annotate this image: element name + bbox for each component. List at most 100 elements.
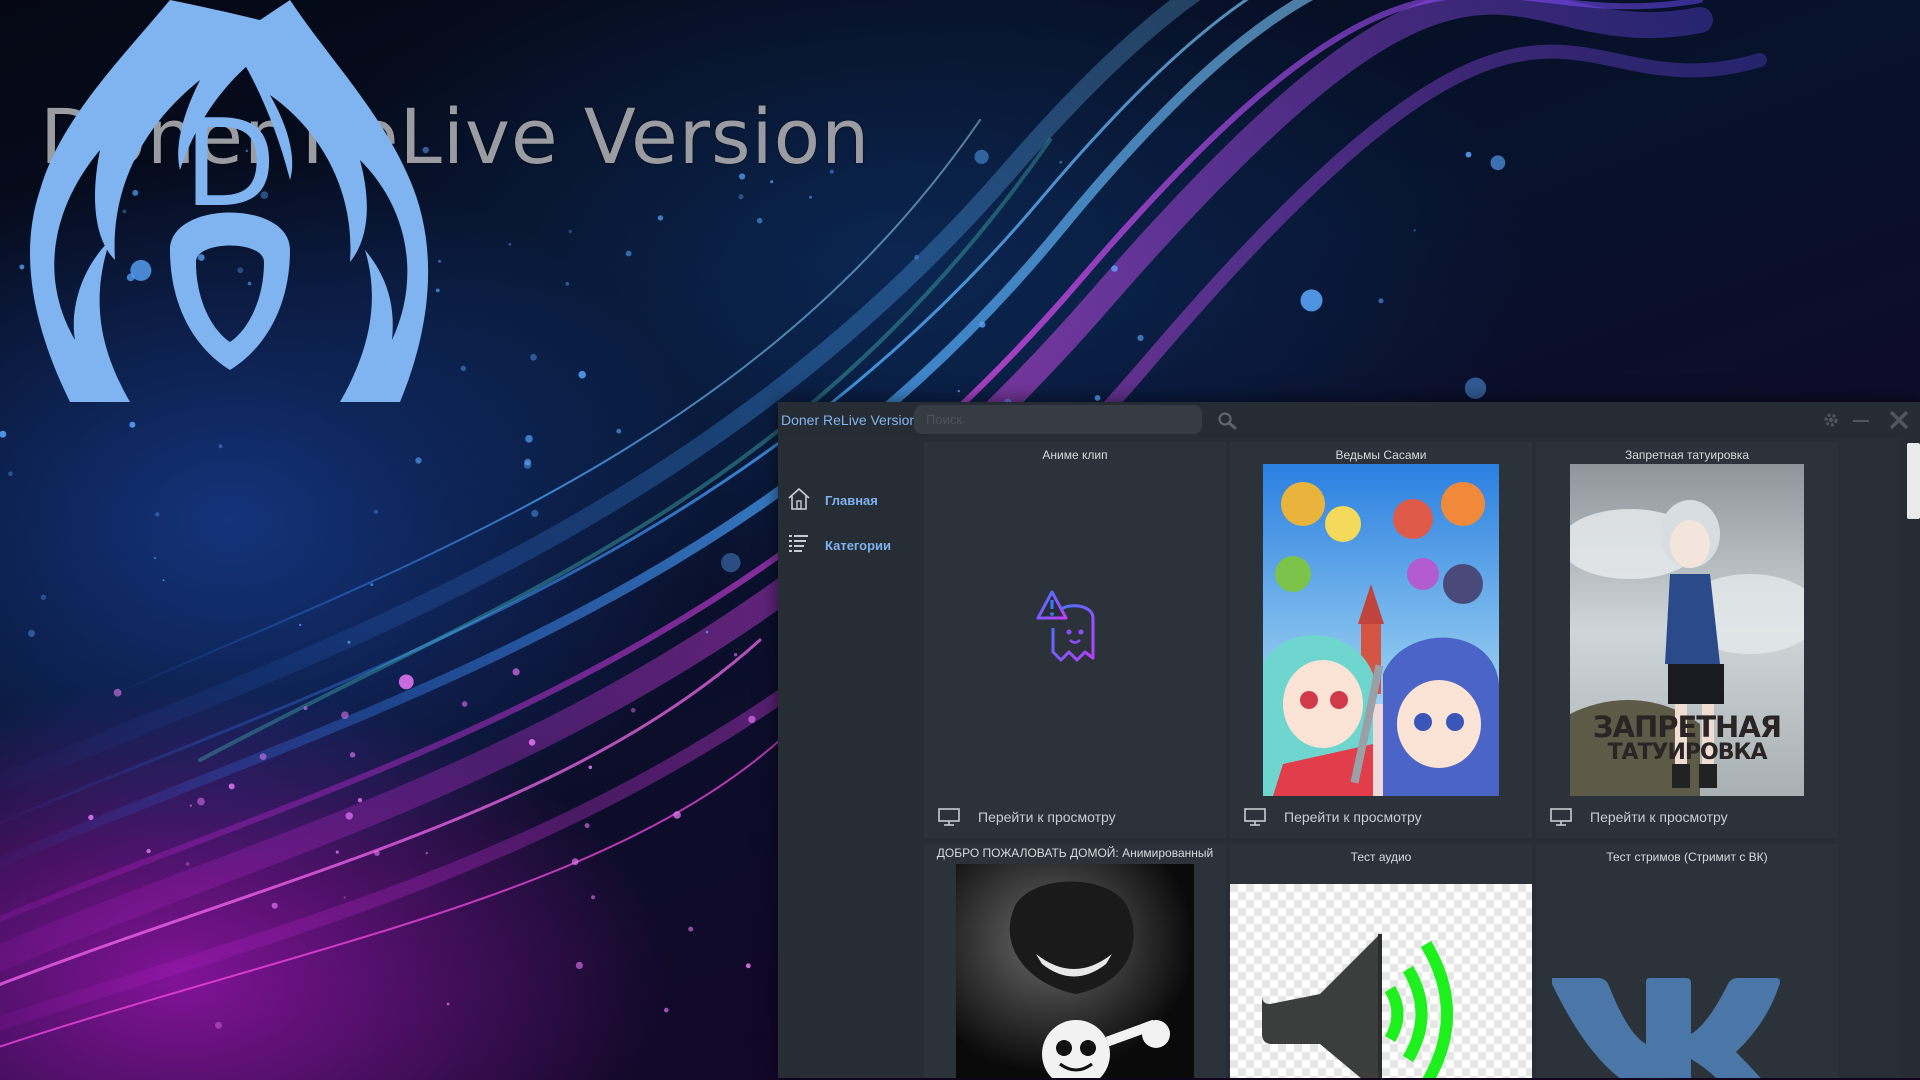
scrollbar-track[interactable] <box>1900 438 1920 1078</box>
bokeh-dot <box>215 1021 222 1029</box>
bokeh-dot <box>914 254 919 260</box>
bokeh-dot <box>398 674 414 690</box>
watch-button-label: Перейти к просмотру <box>1284 809 1422 825</box>
minimize-icon <box>1853 420 1869 422</box>
search-icon <box>1218 412 1237 430</box>
bokeh-dot <box>155 512 160 517</box>
bokeh-dot <box>591 895 596 900</box>
bokeh-dot <box>374 850 380 856</box>
bokeh-dot <box>303 706 308 711</box>
list-icon <box>789 535 808 552</box>
doner-logo: D <box>30 0 429 402</box>
media-card[interactable]: ДОБРО ПОЖАЛОВАТЬ ДОМОЙ: Анимированный <box>924 844 1226 1078</box>
bokeh-dot <box>347 640 351 644</box>
bokeh-dot <box>357 798 363 803</box>
card-title: Тест аудио <box>1350 850 1412 864</box>
bokeh-dot <box>568 229 572 234</box>
bokeh-dot <box>129 421 136 428</box>
watch-button-label: Перейти к просмотру <box>978 809 1116 825</box>
logo-letter: D <box>184 95 276 234</box>
watch-button[interactable]: Перейти к просмотру <box>1536 798 1838 836</box>
bokeh-dot <box>578 370 586 379</box>
bokeh-dot <box>1111 265 1118 272</box>
bokeh-dot <box>1490 155 1506 171</box>
bokeh-dot <box>1137 334 1144 341</box>
minimize-button[interactable] <box>1850 409 1872 431</box>
bokeh-dot <box>528 739 536 746</box>
bokeh-dot <box>664 1007 669 1013</box>
bokeh-dot <box>738 194 744 200</box>
sidebar-item-categories[interactable]: Категории <box>786 529 916 561</box>
bokeh-dot <box>748 715 756 724</box>
card-title: Аниме клип <box>1042 448 1108 462</box>
sidebar-item-home[interactable]: Главная <box>786 484 916 516</box>
card-title: Тест стримов (Стримит с ВК) <box>1606 850 1768 864</box>
media-card[interactable]: Аниме клип Перейти к просмотру <box>924 442 1226 838</box>
bokeh-dot <box>957 389 960 393</box>
anime-poster-image <box>1263 464 1499 796</box>
monitor-icon <box>938 808 960 826</box>
bokeh-dot <box>809 195 812 199</box>
title-bar[interactable]: Doner ReLive Version <box>778 402 1920 438</box>
bokeh-dot <box>113 688 122 697</box>
media-card[interactable]: Ведьмы Сасами Перейти к просмотру <box>1230 442 1532 838</box>
card-poster[interactable] <box>1536 884 1838 1078</box>
bokeh-dot <box>185 862 190 866</box>
search-input[interactable] <box>914 405 1202 434</box>
bokeh-dot <box>616 428 622 434</box>
cartoon-poster-image <box>956 864 1194 1078</box>
bokeh-dot <box>756 217 763 224</box>
sidebar-item-label: Главная <box>825 493 878 508</box>
bokeh-dot <box>733 653 738 657</box>
media-card[interactable]: Запретная татуировка ЗАПРЕТНАЯ ТАТУИРОВК… <box>1536 442 1838 838</box>
bokeh-dot <box>0 430 7 438</box>
sidebar: Главная Категории <box>778 438 922 1078</box>
bokeh-dot <box>88 814 94 821</box>
bokeh-dot <box>745 963 751 969</box>
close-icon <box>1889 410 1909 430</box>
watch-button[interactable]: Перейти к просмотру <box>924 798 1226 836</box>
card-poster[interactable] <box>924 464 1226 796</box>
media-card[interactable]: Тест аудио <box>1230 844 1532 1078</box>
bokeh-dot <box>349 752 356 758</box>
card-poster[interactable] <box>956 864 1194 1078</box>
bokeh-dot <box>146 848 151 854</box>
bokeh-dot <box>218 444 223 449</box>
bokeh-dot <box>460 365 466 372</box>
bokeh-dot <box>625 250 632 257</box>
card-poster[interactable]: ЗАПРЕТНАЯ ТАТУИРОВКА <box>1570 464 1804 796</box>
bokeh-dot <box>271 902 278 909</box>
bokeh-dot <box>512 668 520 676</box>
bokeh-dot <box>446 1002 450 1006</box>
media-card[interactable]: Тест стримов (Стримит с ВК) <box>1536 844 1838 1078</box>
bokeh-dot <box>524 458 532 466</box>
bokeh-dot <box>153 556 157 560</box>
bokeh-dot <box>425 851 428 855</box>
search-button[interactable] <box>1216 410 1238 432</box>
bokeh-dot <box>335 850 339 854</box>
bokeh-dot <box>1378 298 1384 304</box>
bokeh-dot <box>8 471 13 477</box>
card-title: ДОБРО ПОЖАЛОВАТЬ ДОМОЙ: Анимированный <box>936 846 1214 860</box>
bokeh-dot <box>673 811 681 819</box>
bokeh-dot <box>525 435 533 443</box>
card-poster[interactable] <box>1230 884 1532 1078</box>
bokeh-dot <box>197 797 205 806</box>
bokeh-dot <box>1413 229 1416 232</box>
close-button[interactable] <box>1888 409 1910 431</box>
bokeh-dot <box>228 783 235 790</box>
bokeh-dot <box>189 804 192 807</box>
bokeh-dot <box>343 896 346 899</box>
bokeh-dot <box>1464 377 1487 399</box>
monitor-icon <box>1550 808 1572 826</box>
bokeh-dot <box>721 553 741 573</box>
bokeh-dot <box>370 583 374 586</box>
card-poster[interactable] <box>1263 464 1499 796</box>
bokeh-dot <box>341 711 349 719</box>
settings-button[interactable] <box>1820 409 1842 431</box>
scrollbar-thumb[interactable] <box>1907 443 1920 519</box>
bokeh-dot <box>1465 151 1472 158</box>
home-icon <box>788 487 810 510</box>
watch-button[interactable]: Перейти к просмотру <box>1230 798 1532 836</box>
watch-button-label: Перейти к просмотру <box>1590 809 1728 825</box>
